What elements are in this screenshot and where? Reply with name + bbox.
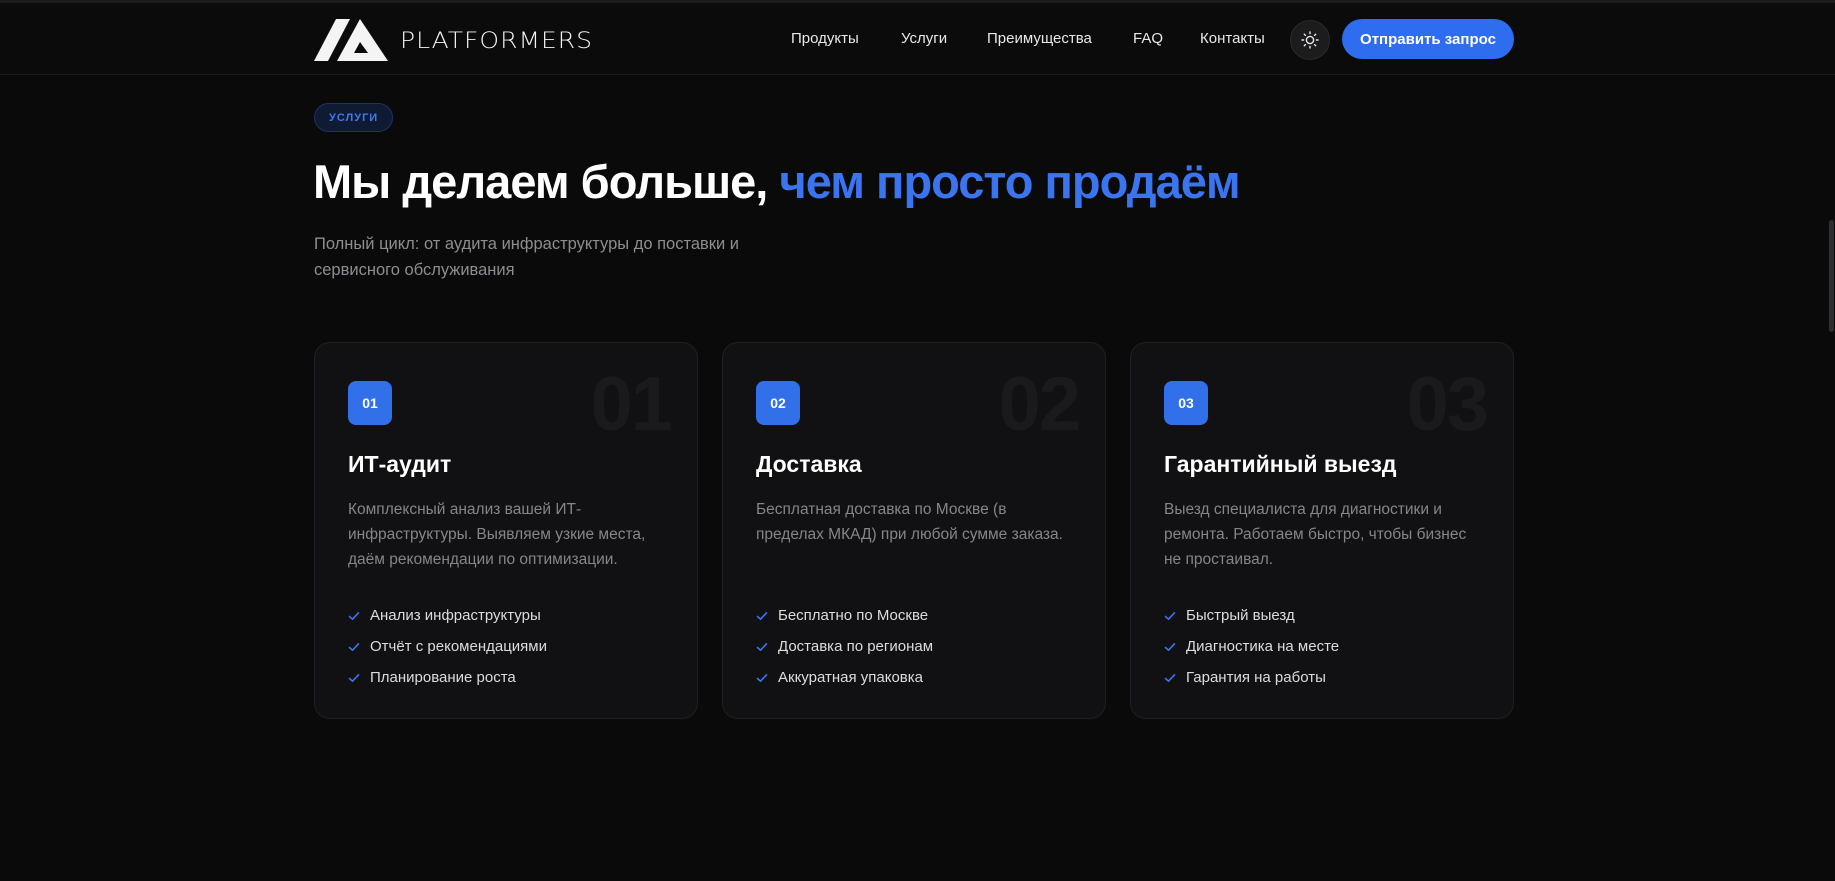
service-card-delivery: 02 02 Доставка Бесплатная доставка по Мо…	[722, 342, 1106, 719]
site-header: PLATFORMERS Продукты Услуги Преимущества…	[0, 3, 1835, 75]
list-item-label: Отчёт с рекомендациями	[370, 638, 547, 655]
logo-text: PLATFORMERS	[400, 26, 594, 54]
list-item: Диагностика на месте	[1164, 631, 1339, 662]
list-item-label: Аккуратная упаковка	[778, 669, 924, 686]
check-icon	[348, 642, 360, 651]
check-icon	[1164, 611, 1176, 620]
check-icon	[1164, 642, 1176, 651]
list-item-label: Планирование роста	[370, 669, 516, 686]
list-item: Быстрый выезд	[1164, 600, 1339, 631]
list-item: Гарантия на работы	[1164, 662, 1339, 693]
card-number-badge: 02	[756, 381, 800, 425]
list-item: Анализ инфраструктуры	[348, 600, 547, 631]
list-item-label: Бесплатно по Москве	[778, 607, 929, 624]
section-badge: УСЛУГИ	[314, 103, 394, 132]
list-item: Доставка по регионам	[756, 631, 933, 662]
card-title: Гарантийный выезд	[1164, 451, 1397, 477]
card-title: Доставка	[756, 451, 862, 477]
list-item-label: Диагностика на месте	[1186, 638, 1340, 655]
theme-toggle-button[interactable]	[1290, 20, 1330, 60]
check-icon	[756, 611, 768, 620]
page-scrollbar[interactable]	[1829, 220, 1834, 332]
list-item: Бесплатно по Москве	[756, 600, 933, 631]
list-item-label: Быстрый выезд	[1186, 607, 1295, 624]
page-subtitle: Полный цикл: от аудита инфраструктуры до…	[314, 235, 740, 279]
title-main: Мы делаем больше,	[313, 155, 780, 208]
title-accent: чем просто продаём	[779, 155, 1240, 208]
list-item-label: Гарантия на работы	[1186, 669, 1326, 686]
list-item: Аккуратная упаковка	[756, 662, 933, 693]
list-item-label: Доставка по регионам	[778, 638, 934, 655]
nav-faq[interactable]: FAQ	[1133, 30, 1163, 47]
card-description: Комплексный анализ вашей ИТ-инфраструкту…	[348, 501, 646, 568]
nav-products[interactable]: Продукты	[791, 30, 859, 47]
card-watermark-number: 02	[998, 362, 1081, 447]
card-feature-list: Бесплатно по Москве Доставка по регионам…	[756, 600, 933, 693]
logo-mark-icon	[314, 19, 388, 61]
card-feature-list: Быстрый выезд Диагностика на месте Гаран…	[1164, 600, 1339, 693]
card-number-badge: 03	[1164, 381, 1208, 425]
card-watermark-number: 01	[590, 362, 673, 447]
service-card-warranty: 03 03 Гарантийный выезд Выезд специалист…	[1130, 342, 1514, 719]
nav-services[interactable]: Услуги	[901, 30, 947, 47]
service-card-audit: 01 01 ИТ-аудит Комплексный анализ вашей …	[314, 342, 698, 719]
check-icon	[348, 611, 360, 620]
check-icon	[756, 673, 768, 682]
check-icon	[1164, 673, 1176, 682]
list-item-label: Анализ инфраструктуры	[370, 607, 541, 624]
logo[interactable]: PLATFORMERS	[314, 19, 593, 61]
card-description: Бесплатная доставка по Москве (в предела…	[756, 501, 1063, 543]
card-title: ИТ-аудит	[348, 451, 452, 477]
list-item: Планирование роста	[348, 662, 547, 693]
card-feature-list: Анализ инфраструктуры Отчёт с рекомендац…	[348, 600, 547, 693]
send-request-button[interactable]: Отправить запрос	[1342, 19, 1514, 59]
nav-contacts[interactable]: Контакты	[1200, 30, 1265, 47]
check-icon	[348, 673, 360, 682]
list-item: Отчёт с рекомендациями	[348, 631, 547, 662]
page-title: Мы делаем больше, чем просто продаём	[313, 154, 1241, 209]
card-description: Выезд специалиста для диагностики и ремо…	[1164, 501, 1467, 568]
card-number-badge: 01	[348, 381, 392, 425]
sun-icon	[1301, 31, 1319, 49]
nav-advantages[interactable]: Преимущества	[987, 30, 1092, 47]
check-icon	[756, 642, 768, 651]
card-watermark-number: 03	[1406, 362, 1489, 447]
